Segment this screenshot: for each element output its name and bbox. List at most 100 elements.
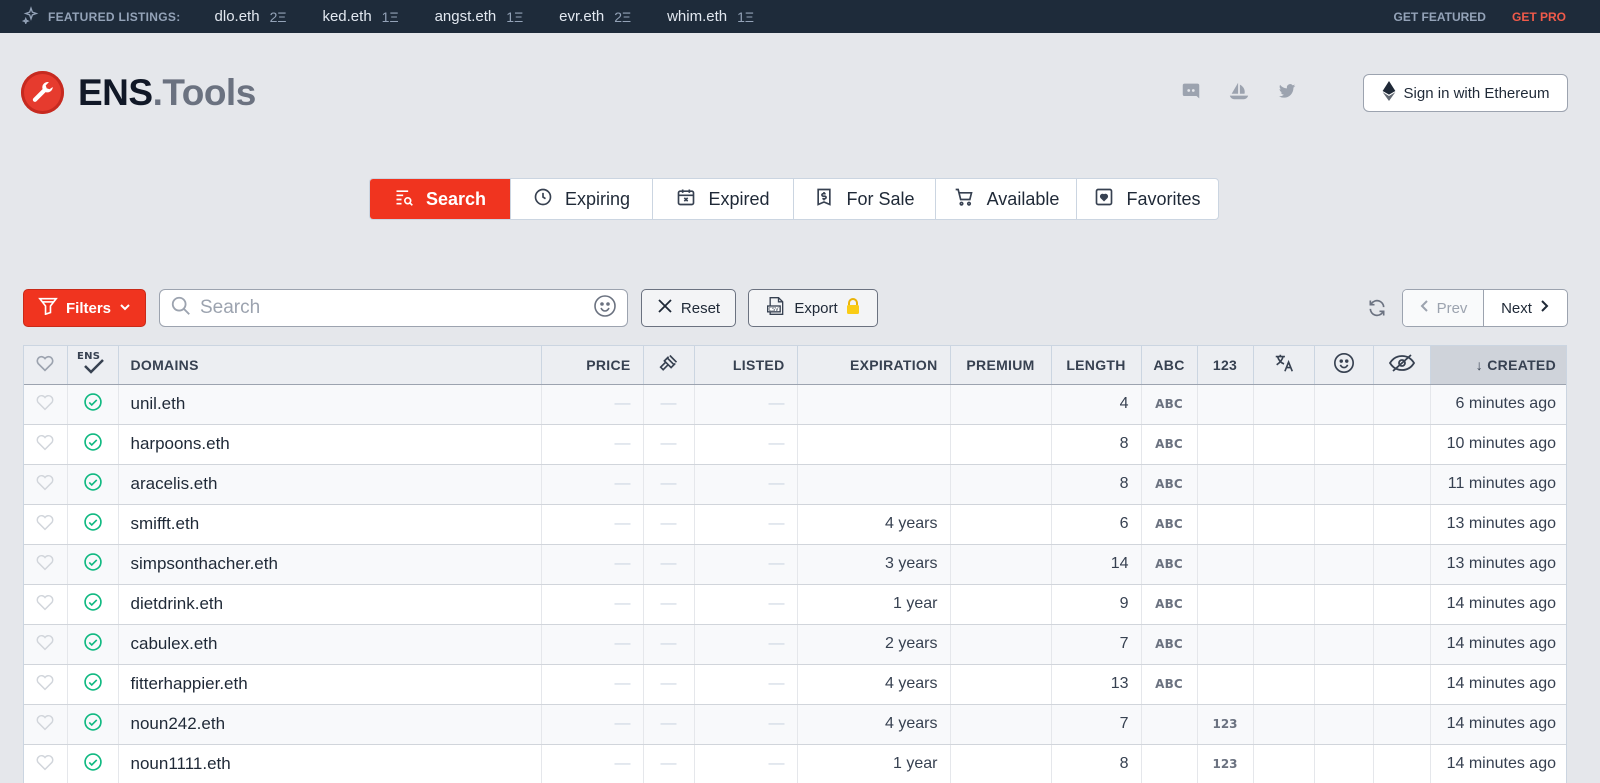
refresh-icon[interactable] [1367,298,1387,323]
export-button[interactable]: CSV Export [748,289,878,327]
site-logo[interactable]: ENS.Tools [21,71,256,114]
prev-page-button[interactable]: Prev [1403,290,1484,326]
col-favorite-header[interactable] [24,346,68,385]
tab-favorites[interactable]: Favorites [1077,179,1218,219]
check-circle-icon [83,392,103,412]
col-expiration-header[interactable]: EXPIRATION [797,346,951,385]
table-row[interactable]: noun242.eth — — —4 years 7 123 14 minutes ago [24,704,1566,745]
featured-item[interactable]: angst.eth 1Ξ [435,8,524,25]
price-cell: — [541,704,644,745]
export-label: Export [794,299,838,317]
featured-item[interactable]: evr.eth 2Ξ [559,8,631,25]
ens-verified-cell [67,704,119,745]
get-featured-link[interactable]: GET FEATURED [1394,10,1486,24]
heart-icon [35,553,55,571]
opensea-icon[interactable] [1228,80,1250,102]
tab-for-sale[interactable]: For Sale [794,179,936,219]
table-row[interactable]: unil.eth — — —4 ABC 6 minutes ago [24,384,1566,425]
featured-item-name: whim.eth [667,8,728,25]
table-row[interactable]: noun1111.eth — — —1 year 8 123 14 minutes ago [24,744,1566,783]
auction-cell: — [643,584,695,625]
language-cell [1253,504,1315,545]
digits-badge [1197,424,1254,465]
col-letters-header[interactable]: ABC [1141,346,1198,385]
table-row[interactable]: cabulex.eth — — —2 years 7 ABC 14 minutes ago [24,624,1566,665]
check-circle-icon [83,472,103,492]
favorite-toggle[interactable] [24,504,68,545]
table-row[interactable]: aracelis.eth — — —8 ABC 11 minutes ago [24,464,1566,505]
domain-name-link[interactable]: aracelis.eth [118,464,542,505]
col-created-header[interactable]: ↓ CREATED [1430,346,1566,385]
domain-name-link[interactable]: dietdrink.eth [118,584,542,625]
premium-cell [950,584,1052,625]
favorite-toggle[interactable] [24,624,68,665]
tab-expiring[interactable]: Expiring [511,179,653,219]
featured-label: FEATURED LISTINGS: [21,6,181,27]
emoji-icon[interactable] [593,294,617,323]
favorite-toggle[interactable] [24,464,68,505]
domain-name-link[interactable]: noun242.eth [118,704,542,745]
col-length-header[interactable]: LENGTH [1051,346,1142,385]
featured-item[interactable]: whim.eth 1Ξ [667,8,754,25]
table-row[interactable]: dietdrink.eth — — —1 year 9 ABC 14 minutes ago [24,584,1566,625]
featured-item[interactable]: ked.eth 1Ξ [322,8,398,25]
tab-search[interactable]: Search [370,179,511,219]
favorite-toggle[interactable] [24,664,68,705]
col-listed-header[interactable]: LISTED [694,346,798,385]
listed-cell: — [694,464,798,505]
col-emoji-header[interactable] [1314,346,1374,385]
reset-button[interactable]: Reset [641,289,736,327]
favorite-toggle[interactable] [24,584,68,625]
col-domains-header[interactable]: DOMAINS [118,346,542,385]
domain-name-link[interactable]: simpsonthacher.eth [118,544,542,585]
domain-name-link[interactable]: cabulex.eth [118,624,542,665]
premium-cell [950,424,1052,465]
favorite-toggle[interactable] [24,424,68,465]
auction-cell: — [643,384,695,425]
domain-name-link[interactable]: fitterhappier.eth [118,664,542,705]
ens-verified-cell [67,424,119,465]
ens-verified-cell [67,624,119,665]
table-row[interactable]: simpsonthacher.eth — — —3 years 14 ABC 13 minu… [24,544,1566,585]
domain-name-link[interactable]: smifft.eth [118,504,542,545]
table-row[interactable]: harpoons.eth — — —8 ABC 10 minutes ago [24,424,1566,465]
featured-item-price: 2Ξ [269,8,287,25]
twitter-icon[interactable] [1276,80,1298,102]
col-premium-header[interactable]: PREMIUM [950,346,1052,385]
tab-available[interactable]: Available [936,179,1077,219]
digits-badge [1197,664,1254,705]
table-row[interactable]: fitterhappier.eth — — —4 years 13 ABC 14 minut… [24,664,1566,705]
discord-icon[interactable] [1180,80,1202,102]
domain-name-link[interactable]: unil.eth [118,384,542,425]
sign-in-with-ethereum-button[interactable]: Sign in with Ethereum [1363,74,1568,112]
col-ens-verified-header[interactable]: ENS [67,346,119,385]
col-price-header[interactable]: PRICE [541,346,644,385]
search-input[interactable] [200,297,585,319]
logo-ens: ENS [78,71,153,113]
featured-item[interactable]: dlo.eth 2Ξ [215,8,287,25]
favorite-toggle[interactable] [24,544,68,585]
col-digits-header[interactable]: 123 [1197,346,1254,385]
favorite-toggle[interactable] [24,704,68,745]
length-cell: 4 [1051,384,1142,425]
created-cell: 13 minutes ago [1430,504,1566,545]
price-cell: — [541,744,644,783]
letters-badge: ABC [1141,664,1198,705]
next-page-button[interactable]: Next [1484,290,1567,326]
domain-name-link[interactable]: harpoons.eth [118,424,542,465]
featured-item-price: 1Ξ [506,8,524,25]
favorite-toggle[interactable] [24,744,68,783]
length-cell: 8 [1051,464,1142,505]
col-auction-header[interactable] [643,346,695,385]
filters-button[interactable]: Filters [23,289,146,327]
get-pro-link[interactable]: GET PRO [1512,10,1566,24]
domain-name-link[interactable]: noun1111.eth [118,744,542,783]
col-hidden-header[interactable] [1373,346,1431,385]
col-language-header[interactable] [1253,346,1315,385]
search-field[interactable] [159,289,628,327]
letters-badge: ABC [1141,384,1198,425]
expiration-cell: 4 years [797,704,951,745]
table-row[interactable]: smifft.eth — — —4 years 6 ABC 13 minutes ago [24,504,1566,545]
tab-expired[interactable]: Expired [653,179,794,219]
favorite-toggle[interactable] [24,384,68,425]
